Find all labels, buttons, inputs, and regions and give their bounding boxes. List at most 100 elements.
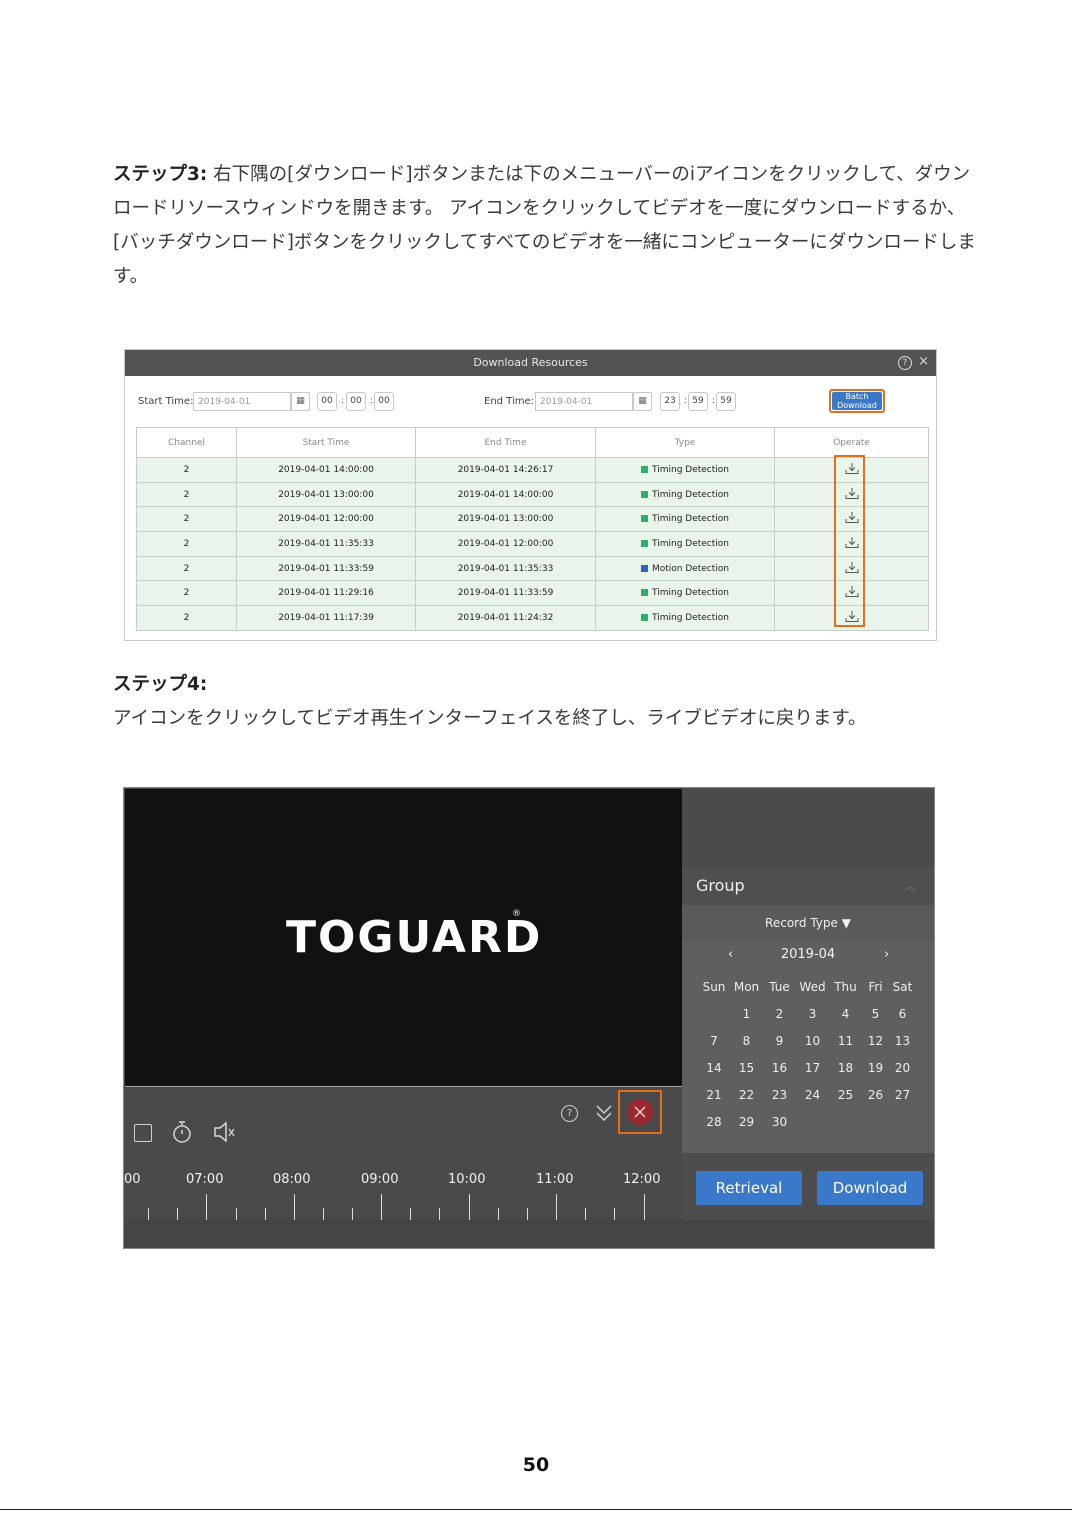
exit-playback-highlight xyxy=(618,1090,662,1134)
close-icon[interactable]: × xyxy=(918,355,929,369)
cell-start-time: 2019-04-01 11:17:39 xyxy=(236,605,416,631)
table-row: 2 2019-04-01 11:35:33 2019-04-01 12:00:00 T… xyxy=(136,531,929,557)
retrieval-button[interactable]: Retrieval xyxy=(696,1171,802,1205)
cell-type: Timing Detection xyxy=(595,580,775,607)
type-label: Timing Detection xyxy=(652,588,729,599)
calendar-day[interactable]: 24 xyxy=(796,1081,829,1108)
calendar-day[interactable]: 7 xyxy=(698,1027,730,1054)
download-icons-highlight xyxy=(834,455,865,627)
end-date-field[interactable]: 2019-04-01 xyxy=(535,392,633,411)
record-type-dropdown[interactable]: Record Type ▼ xyxy=(682,905,934,941)
calendar-week: 21 22 23 24 25 26 27 xyxy=(698,1081,916,1108)
end-second-field[interactable]: 59 xyxy=(716,392,736,411)
cell-start-time: 2019-04-01 11:35:33 xyxy=(236,531,416,557)
colon: : xyxy=(712,396,716,406)
colon: : xyxy=(684,396,688,406)
download-resources-window: Download Resources ? × Start Time: 2019-… xyxy=(124,349,937,641)
cell-channel: 2 xyxy=(136,605,237,631)
cell-channel: 2 xyxy=(136,457,237,483)
calendar-day[interactable]: 18 xyxy=(829,1054,862,1081)
calendar-day[interactable]: 8 xyxy=(730,1027,763,1054)
playback-controls: ? xyxy=(124,1088,682,1218)
calendar-day[interactable]: 26 xyxy=(862,1081,889,1108)
cell-type: Timing Detection xyxy=(595,605,775,631)
calendar-day[interactable]: 14 xyxy=(698,1054,730,1081)
calendar-day[interactable]: 5 xyxy=(862,1000,889,1027)
side-panel: Group ︿ Record Type ▼ 2019-04 ‹ › Sun Mo… xyxy=(682,788,934,1220)
calendar-day[interactable]: 12 xyxy=(862,1027,889,1054)
calendar-day[interactable]: 17 xyxy=(796,1054,829,1081)
help-circle-icon[interactable]: ? xyxy=(898,356,912,370)
calendar-day[interactable]: 27 xyxy=(889,1081,916,1108)
type-swatch xyxy=(640,564,648,572)
calendar-day xyxy=(796,1108,829,1135)
calendar-day[interactable]: 30 xyxy=(763,1108,796,1135)
calendar-day[interactable]: 15 xyxy=(730,1054,763,1081)
colon: : xyxy=(341,396,345,406)
calendar-icon[interactable]: ▦ xyxy=(291,392,310,411)
close-icon xyxy=(634,1106,646,1118)
download-button[interactable]: Download xyxy=(817,1171,923,1205)
timeline-label: 09:00 xyxy=(361,1172,399,1187)
cell-end-time: 2019-04-01 12:00:00 xyxy=(415,531,596,557)
calendar-day[interactable]: 11 xyxy=(829,1027,862,1054)
cell-channel: 2 xyxy=(136,580,237,607)
calendar-week: 28 29 30 xyxy=(698,1108,916,1135)
calendar-day[interactable]: 28 xyxy=(698,1108,730,1135)
batch-download-button[interactable]: Batch Download xyxy=(832,392,882,410)
end-hour-field[interactable]: 23 xyxy=(660,392,680,411)
step3-text: 右下隅の[ダウンロード]ボタンまたは下のメニューバーのiアイコンをクリックして、… xyxy=(113,164,976,287)
group-header[interactable]: Group ︿ xyxy=(682,867,934,905)
calendar-day[interactable]: 6 xyxy=(889,1000,916,1027)
calendar-day xyxy=(862,1108,889,1135)
calendar-day[interactable]: 22 xyxy=(730,1081,763,1108)
calendar-day[interactable]: 21 xyxy=(698,1081,730,1108)
help-circle-icon[interactable]: ? xyxy=(561,1105,578,1122)
bottom-bar xyxy=(124,1220,934,1248)
start-second-field[interactable]: 00 xyxy=(374,392,394,411)
cell-end-time: 2019-04-01 14:26:17 xyxy=(415,457,596,483)
column-header-type: Type xyxy=(595,427,775,458)
playback-screenshot: TOGUARD ® ? 00 07:00 08:00 09:00 10:00 1… xyxy=(123,787,935,1249)
mute-icon[interactable] xyxy=(212,1120,236,1144)
chevron-up-icon[interactable]: ︿ xyxy=(904,867,916,905)
cell-channel: 2 xyxy=(136,531,237,557)
calendar-day[interactable]: 10 xyxy=(796,1027,829,1054)
calendar-day[interactable]: 13 xyxy=(889,1027,916,1054)
action-buttons: Retrieval Download xyxy=(682,1153,934,1220)
start-minute-field[interactable]: 00 xyxy=(346,392,366,411)
cell-end-time: 2019-04-01 13:00:00 xyxy=(415,506,596,533)
calendar-day[interactable]: 19 xyxy=(862,1054,889,1081)
cell-start-time: 2019-04-01 13:00:00 xyxy=(236,481,416,508)
calendar-day[interactable]: 23 xyxy=(763,1081,796,1108)
checkbox-icon[interactable] xyxy=(134,1124,152,1142)
calendar-day[interactable]: 25 xyxy=(829,1081,862,1108)
calendar-day xyxy=(698,1000,730,1027)
chevron-right-icon[interactable]: › xyxy=(884,947,889,962)
calendar-day[interactable]: 20 xyxy=(889,1054,916,1081)
timeline-minor-tick xyxy=(236,1208,237,1220)
exit-playback-button[interactable] xyxy=(627,1099,653,1125)
double-chevron-down-icon[interactable] xyxy=(595,1103,613,1123)
calendar-day[interactable]: 3 xyxy=(796,1000,829,1027)
calendar-day[interactable]: 29 xyxy=(730,1108,763,1135)
start-hour-field[interactable]: 00 xyxy=(317,392,337,411)
cell-channel: 2 xyxy=(136,506,237,533)
timeline-minor-tick xyxy=(177,1208,178,1220)
timer-icon[interactable] xyxy=(171,1120,193,1144)
cell-start-time: 2019-04-01 14:00:00 xyxy=(236,457,416,483)
calendar-day[interactable]: 9 xyxy=(763,1027,796,1054)
type-label: Timing Detection xyxy=(652,612,729,623)
chevron-left-icon[interactable]: ‹ xyxy=(728,947,733,962)
end-minute-field[interactable]: 59 xyxy=(688,392,708,411)
calendar-day[interactable]: 4 xyxy=(829,1000,862,1027)
calendar-icon[interactable]: ▦ xyxy=(633,392,652,411)
start-date-field[interactable]: 2019-04-01 xyxy=(193,392,291,411)
batch-download-highlight: Batch Download xyxy=(829,389,885,413)
calendar-day[interactable]: 16 xyxy=(763,1054,796,1081)
timeline-minor-tick xyxy=(614,1208,615,1220)
table-row: 2 2019-04-01 11:17:39 2019-04-01 11:24:32 T… xyxy=(136,605,929,631)
calendar-day[interactable]: 2 xyxy=(763,1000,796,1027)
calendar-day[interactable]: 1 xyxy=(730,1000,763,1027)
weekday-label: Mon xyxy=(733,979,760,994)
